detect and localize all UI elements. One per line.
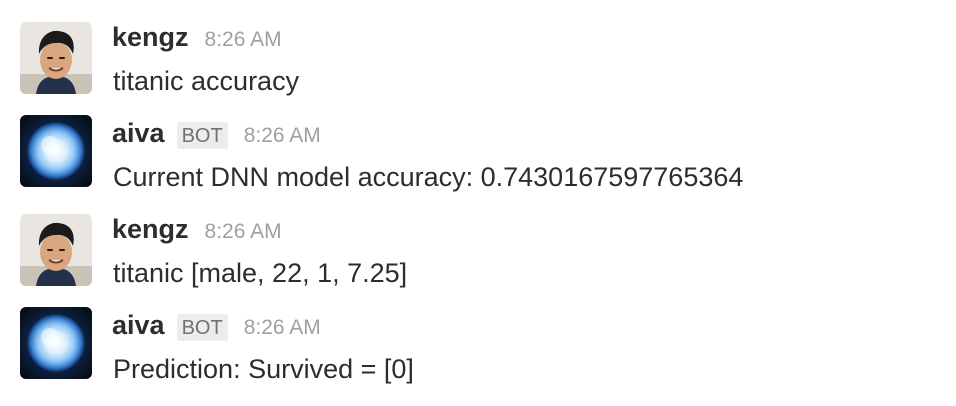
message: kengz 8:26 AM titanic accuracy <box>0 22 956 118</box>
message-header: aiva BOT 8:26 AM <box>112 118 321 158</box>
author-name[interactable]: kengz <box>112 22 189 53</box>
message-text: Current DNN model accuracy: 0.7430167597… <box>113 162 744 192</box>
author-name[interactable]: aiva <box>112 310 165 341</box>
message-text: Prediction: Survived = [0] <box>113 354 414 384</box>
avatar[interactable] <box>20 115 92 187</box>
timestamp[interactable]: 8:26 AM <box>205 220 282 244</box>
timestamp[interactable]: 8:26 AM <box>244 124 321 148</box>
message-text: titanic accuracy <box>113 66 300 96</box>
author-name[interactable]: kengz <box>112 214 189 245</box>
bot-badge: BOT <box>176 122 228 149</box>
message: aiva BOT 8:26 AM Prediction: Survived = … <box>0 307 956 406</box>
blue-star-icon <box>20 307 92 379</box>
message: kengz 8:26 AM titanic [male, 22, 1, 7.25… <box>0 214 956 310</box>
avatar[interactable] <box>20 307 92 379</box>
avatar[interactable] <box>20 214 92 286</box>
message-header: kengz 8:26 AM <box>112 214 282 254</box>
bot-badge: BOT <box>176 314 228 341</box>
blue-star-icon <box>20 115 92 187</box>
author-name[interactable]: aiva <box>112 118 165 149</box>
timestamp[interactable]: 8:26 AM <box>244 316 321 340</box>
message-feed: kengz 8:26 AM titanic accuracy aiva BOT … <box>0 0 956 400</box>
message: aiva BOT 8:26 AM Current DNN model accur… <box>0 115 956 214</box>
timestamp[interactable]: 8:26 AM <box>205 28 282 52</box>
avatar[interactable] <box>20 22 92 94</box>
message-header: aiva BOT 8:26 AM <box>112 310 321 350</box>
message-header: kengz 8:26 AM <box>112 22 282 62</box>
user-photo-icon <box>20 22 92 94</box>
user-photo-icon <box>20 214 92 286</box>
message-text: titanic [male, 22, 1, 7.25] <box>113 258 408 288</box>
